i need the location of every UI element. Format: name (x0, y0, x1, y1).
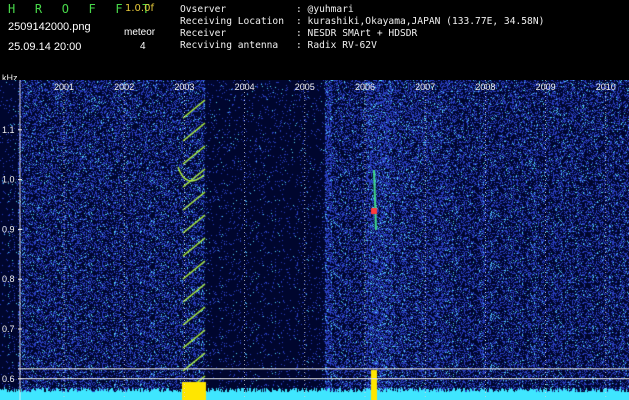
time-tick-label: 2008 (475, 82, 495, 92)
time-tick-label: 2003 (174, 82, 194, 92)
frequency-tick-label: 1.0 (2, 175, 15, 185)
version-label: 1.0.0f (125, 3, 154, 14)
info-label: Receiving Location (180, 16, 284, 27)
time-tick-label: 2005 (295, 82, 315, 92)
frequency-tick-label: 0.8 (2, 274, 15, 284)
antenna-row: Recviving antenna : Radix RV-62V (180, 40, 544, 52)
spectrogram-axes: 2001 2002 2003 2004 2005 2006 2007 2008 2009 2010… (2, 80, 629, 400)
time-tick-label: 2002 (114, 82, 134, 92)
time-tick-label: 2001 (54, 82, 74, 92)
info-value: : NESDR SMArt + HDSDR (296, 28, 418, 39)
observer-row: Ovserver : @yuhmari (180, 4, 544, 16)
time-tick-label: 2010 (596, 82, 616, 92)
frequency-tick-label: 0.9 (2, 224, 15, 234)
info-label: Receiver (180, 28, 227, 39)
location-row: Receiving Location : kurashiki,Okayama,J… (180, 16, 544, 28)
file-name: 2509142000.png (8, 21, 91, 33)
capture-datetime: 25.09.14 20:00 (8, 41, 82, 53)
info-value: : kurashiki,Okayama,JAPAN (133.77E, 34.5… (296, 16, 545, 27)
header-panel: H R O F F T 1.0.0f 2509142000.png 25.09.… (0, 0, 629, 80)
time-tick-label: 2004 (235, 82, 255, 92)
info-label: Ovserver (180, 4, 227, 15)
info-label: Recviving antenna (180, 40, 279, 51)
frequency-tick-label: 1.1 (2, 125, 15, 135)
info-value: : @yuhmari (296, 4, 354, 15)
station-info: Ovserver : @yuhmari Receiving Location :… (180, 4, 544, 52)
info-value: : Radix RV-62V (296, 40, 377, 51)
frequency-tick-label: 0.7 (2, 324, 15, 334)
spectrogram-panel: 2001 2002 2003 2004 2005 2006 2007 2008 2009 2010… (0, 80, 629, 400)
meteor-count-label: meteor (124, 27, 156, 38)
frequency-tick-label: 0.6 (2, 374, 15, 384)
receiver-row: Receiver : NESDR SMArt + HDSDR (180, 28, 544, 40)
meteor-count-value: 4 (140, 41, 146, 52)
time-tick-label: 2006 (355, 82, 375, 92)
time-tick-label: 2007 (415, 82, 435, 92)
time-tick-label: 2009 (536, 82, 556, 92)
